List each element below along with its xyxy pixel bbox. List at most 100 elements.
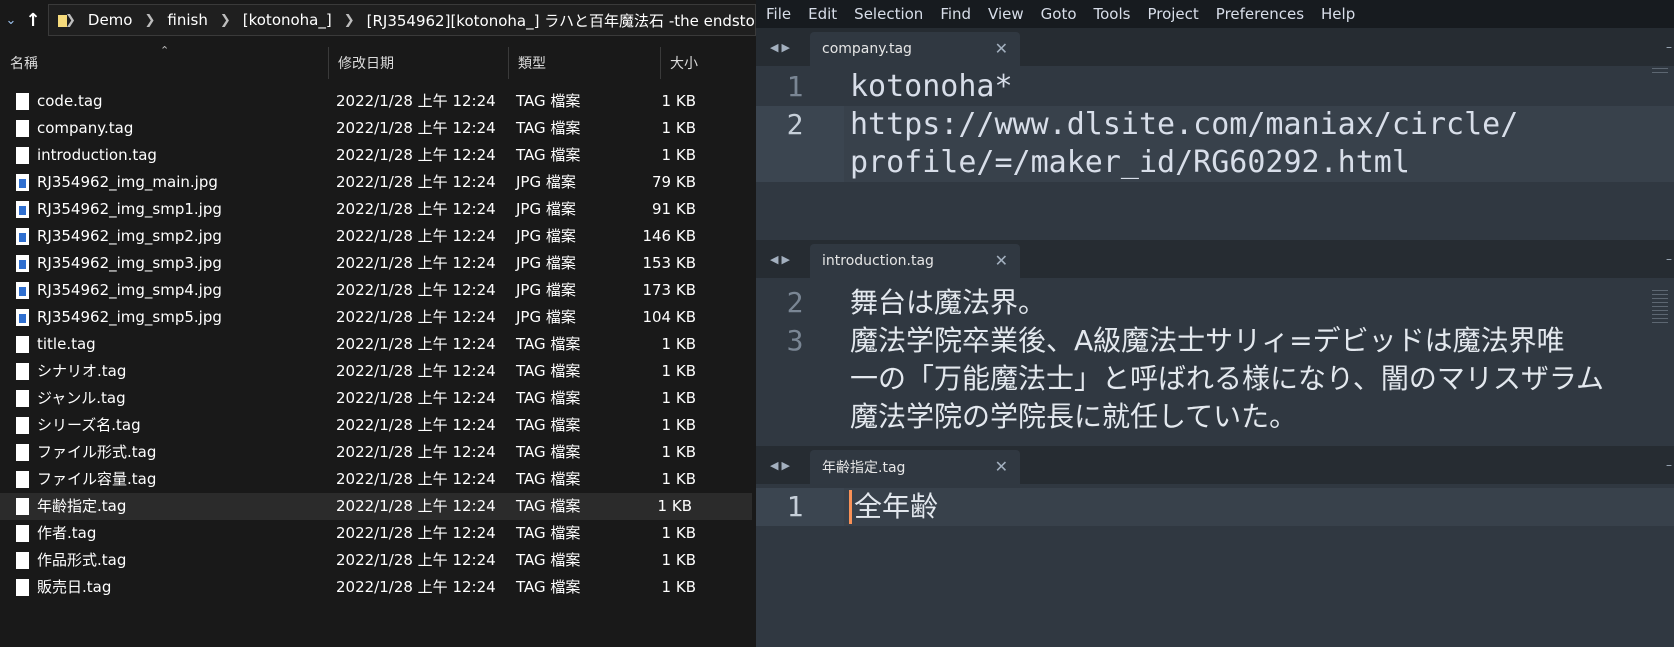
breadcrumb-item[interactable]: [RJ354962][kotonoha_] ラハと百年魔法石 -the ends…	[367, 10, 755, 31]
tab-introduction[interactable]: introduction.tag ✕	[810, 244, 1020, 278]
close-icon[interactable]: ✕	[995, 244, 1008, 278]
chevron-down-icon[interactable]: ⌄	[0, 0, 22, 40]
line-number: 2	[786, 286, 804, 319]
minimap[interactable]	[1652, 68, 1668, 74]
file-row[interactable]: 年齢指定.tag 2022/1/28 上午 12:24 TAG 檔案 1 KB	[0, 493, 752, 520]
file-row[interactable]: ファイル容量.tag 2022/1/28 上午 12:24 TAG 檔案 1 KB	[0, 466, 756, 493]
file-row[interactable]: company.tag 2022/1/28 上午 12:24 TAG 檔案 1 KB	[0, 115, 756, 142]
file-date: 2022/1/28 上午 12:24	[336, 308, 496, 326]
current-line-highlight	[844, 488, 1674, 526]
text-line: 一の「万能魔法士」と呼ばれる様になり、闇のマリスザラム	[850, 362, 1605, 395]
tab-age-rating[interactable]: 年齢指定.tag ✕	[810, 450, 1020, 484]
file-name: ファイル容量.tag	[37, 470, 157, 488]
tab-overflow-icon[interactable]: –	[1666, 240, 1672, 278]
file-size: 1 KB	[661, 416, 696, 434]
image-icon	[16, 174, 29, 191]
file-row[interactable]: ファイル形式.tag 2022/1/28 上午 12:24 TAG 檔案 1 KB	[0, 439, 756, 466]
tab-scroll-arrows-icon[interactable]: ◀▶	[770, 240, 793, 278]
file-size: 1 KB	[657, 497, 692, 515]
file-type: JPG 檔案	[516, 308, 576, 326]
file-icon	[16, 336, 29, 353]
file-name: ファイル形式.tag	[37, 443, 157, 461]
file-icon	[16, 147, 29, 164]
column-date[interactable]: 修改日期	[328, 44, 508, 82]
file-date: 2022/1/28 上午 12:24	[336, 497, 496, 515]
file-icon	[16, 120, 29, 137]
editor-pane-company[interactable]: 1 2 kotonoha* https://www.dlsite.com/man…	[756, 66, 1674, 240]
file-name: 販売日.tag	[37, 578, 112, 596]
file-type: JPG 檔案	[516, 281, 576, 299]
menu-goto[interactable]: Goto	[1041, 5, 1077, 23]
file-row[interactable]: ジャンル.tag 2022/1/28 上午 12:24 TAG 檔案 1 KB	[0, 385, 756, 412]
file-icon	[16, 444, 29, 461]
column-type[interactable]: 類型	[508, 44, 660, 82]
column-size[interactable]: 大小	[660, 44, 756, 82]
file-row[interactable]: title.tag 2022/1/28 上午 12:24 TAG 檔案 1 KB	[0, 331, 756, 358]
code-line: https://www.dlsite.com/maniax/circle/	[850, 107, 1519, 142]
file-row[interactable]: RJ354962_img_smp5.jpg 2022/1/28 上午 12:24 J…	[0, 304, 756, 331]
file-name: RJ354962_img_smp3.jpg	[37, 254, 222, 272]
breadcrumb-item[interactable]: [kotonoha_]	[243, 11, 332, 29]
file-size: 91 KB	[652, 200, 696, 218]
file-row[interactable]: introduction.tag 2022/1/28 上午 12:24 TAG 檔案…	[0, 142, 756, 169]
menu-find[interactable]: Find	[940, 5, 971, 23]
file-row[interactable]: 作者.tag 2022/1/28 上午 12:24 TAG 檔案 1 KB	[0, 520, 756, 547]
line-number: 3	[786, 324, 804, 357]
close-icon[interactable]: ✕	[995, 450, 1008, 484]
image-icon	[16, 255, 29, 272]
tab-company[interactable]: company.tag ✕	[810, 32, 1020, 66]
file-size: 1 KB	[661, 578, 696, 596]
file-size: 1 KB	[661, 551, 696, 569]
breadcrumb-item[interactable]: Demo	[88, 11, 133, 29]
file-row[interactable]: RJ354962_img_smp1.jpg 2022/1/28 上午 12:24 J…	[0, 196, 756, 223]
menu-project[interactable]: Project	[1147, 5, 1198, 23]
menu-file[interactable]: File	[766, 5, 791, 23]
file-size: 1 KB	[661, 443, 696, 461]
file-date: 2022/1/28 上午 12:24	[336, 470, 496, 488]
file-size: 1 KB	[661, 389, 696, 407]
menu-tools[interactable]: Tools	[1094, 5, 1131, 23]
file-name: 年齢指定.tag	[37, 497, 127, 515]
file-row[interactable]: 販売日.tag 2022/1/28 上午 12:24 TAG 檔案 1 KB	[0, 574, 756, 601]
text-line: 魔法学院卒業後、A級魔法士サリィ=デビッドは魔法界唯	[850, 324, 1565, 357]
file-row[interactable]: シリーズ名.tag 2022/1/28 上午 12:24 TAG 檔案 1 KB	[0, 412, 756, 439]
column-name[interactable]: 名稱	[0, 44, 328, 82]
file-row[interactable]: 作品形式.tag 2022/1/28 上午 12:24 TAG 檔案 1 KB	[0, 547, 756, 574]
menu-view[interactable]: View	[988, 5, 1024, 23]
close-icon[interactable]: ✕	[995, 32, 1008, 66]
address-bar[interactable]: ❯ Demo ❯ finish ❯ [kotonoha_] ❯ [RJ35496…	[48, 4, 756, 36]
breadcrumb-separator-icon[interactable]: ❯	[144, 13, 155, 28]
file-row[interactable]: シナリオ.tag 2022/1/28 上午 12:24 TAG 檔案 1 KB	[0, 358, 756, 385]
file-date: 2022/1/28 上午 12:24	[336, 578, 496, 596]
menu-edit[interactable]: Edit	[808, 5, 837, 23]
file-row[interactable]: RJ354962_img_main.jpg 2022/1/28 上午 12:24 J…	[0, 169, 756, 196]
breadcrumb-separator-icon[interactable]: ❯	[344, 13, 355, 28]
file-row[interactable]: code.tag 2022/1/28 上午 12:24 TAG 檔案 1 KB	[0, 88, 756, 115]
breadcrumb-separator-icon[interactable]: ❯	[220, 13, 231, 28]
line-number: 1	[756, 488, 844, 526]
file-type: JPG 檔案	[516, 200, 576, 218]
tab-scroll-arrows-icon[interactable]: ◀▶	[770, 446, 793, 484]
menu-preferences[interactable]: Preferences	[1216, 5, 1304, 23]
file-row[interactable]: RJ354962_img_smp4.jpg 2022/1/28 上午 12:24 J…	[0, 277, 756, 304]
tab-bar: ◀▶ 年齢指定.tag ✕ –	[756, 446, 1674, 484]
editor-pane-age-rating[interactable]: 1 全年齢	[756, 484, 1674, 647]
up-arrow-icon[interactable]: ↑	[22, 0, 44, 40]
file-icon	[16, 525, 29, 542]
file-type: TAG 檔案	[516, 443, 581, 461]
menu-help[interactable]: Help	[1321, 5, 1355, 23]
file-row[interactable]: RJ354962_img_smp2.jpg 2022/1/28 上午 12:24 J…	[0, 223, 756, 250]
file-date: 2022/1/28 上午 12:24	[336, 416, 496, 434]
file-icon	[16, 417, 29, 434]
file-type: TAG 檔案	[516, 416, 581, 434]
file-name: 作品形式.tag	[37, 551, 127, 569]
tab-overflow-icon[interactable]: –	[1666, 28, 1672, 66]
tab-overflow-icon[interactable]: –	[1666, 446, 1672, 484]
breadcrumb-item[interactable]: finish	[167, 11, 207, 29]
editor-pane-introduction[interactable]: 2 3 舞台は魔法界。 魔法学院卒業後、A級魔法士サリィ=デビッドは魔法界唯 一…	[756, 278, 1674, 446]
tab-scroll-arrows-icon[interactable]: ◀▶	[770, 28, 793, 66]
file-icon	[16, 471, 29, 488]
menu-selection[interactable]: Selection	[854, 5, 923, 23]
file-row[interactable]: RJ354962_img_smp3.jpg 2022/1/28 上午 12:24 J…	[0, 250, 756, 277]
minimap[interactable]	[1652, 290, 1668, 324]
